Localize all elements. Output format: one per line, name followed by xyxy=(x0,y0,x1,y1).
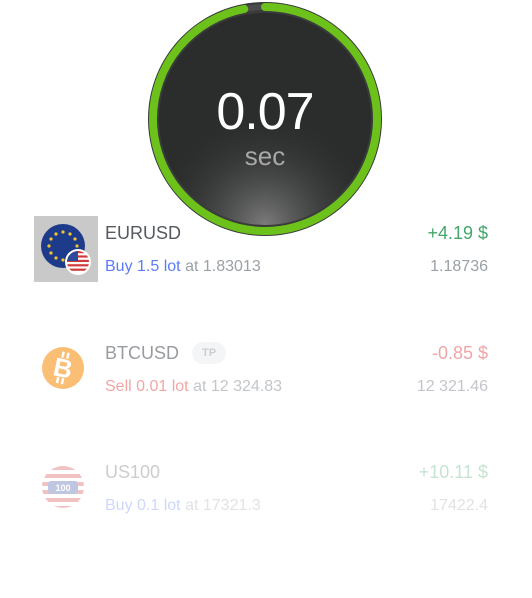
order-at-label: at xyxy=(193,378,207,395)
order-lot: 0.1 lot xyxy=(137,497,181,514)
order-lot: 1.5 lot xyxy=(137,258,181,275)
order-open-price: 12 324.83 xyxy=(210,378,283,395)
order-open-price: 1.83013 xyxy=(202,258,261,275)
trade-row-us100[interactable]: 100 US100 Buy 0.1 lot at 17321.3 +10.11 … xyxy=(34,455,488,525)
order-at-label: at xyxy=(185,497,199,514)
order-side: Sell xyxy=(105,378,132,395)
trade-row-btcusd[interactable]: B BTCUSD TP Sell 0.01 lot at 12 324.83 -… xyxy=(34,336,488,406)
trade-current-price: 12 321.46 xyxy=(416,378,488,395)
order-side: Buy xyxy=(105,497,133,514)
trade-pnl: +10.11 $ xyxy=(418,462,488,482)
trade-symbol: US100 xyxy=(105,462,161,482)
timer-value: 0.07 xyxy=(216,83,314,141)
execution-timer: 0.07 sec xyxy=(146,0,384,238)
trade-row-eurusd[interactable]: EURUSD Buy 1.5 lot at 1.83013 +4.19 $ 1.… xyxy=(34,216,488,286)
order-at-label: at xyxy=(185,258,199,275)
order-lot: 0.01 lot xyxy=(136,378,189,395)
us-flag-100-icon: 100 xyxy=(34,455,98,521)
trade-pnl: -0.85 $ xyxy=(431,343,488,363)
icon-label: 100 xyxy=(55,483,70,493)
trade-symbol: BTCUSD xyxy=(105,343,180,363)
trade-order: Buy 0.1 lot at 17321.3 xyxy=(105,496,261,516)
trade-order: Sell 0.01 lot at 12 324.83 xyxy=(105,377,282,397)
order-open-price: 17321.3 xyxy=(202,497,261,514)
trade-order: Buy 1.5 lot at 1.83013 xyxy=(105,257,261,277)
take-profit-badge: TP xyxy=(192,342,226,364)
trade-current-price: 1.18736 xyxy=(430,258,488,275)
timer-unit: sec xyxy=(244,141,286,171)
trade-symbol: EURUSD xyxy=(105,223,182,243)
trade-pnl: +4.19 $ xyxy=(427,223,488,243)
bitcoin-icon: B xyxy=(34,336,98,402)
order-side: Buy xyxy=(105,258,133,275)
trade-current-price: 17422.4 xyxy=(430,497,488,514)
eu-us-flags-icon xyxy=(34,216,98,282)
